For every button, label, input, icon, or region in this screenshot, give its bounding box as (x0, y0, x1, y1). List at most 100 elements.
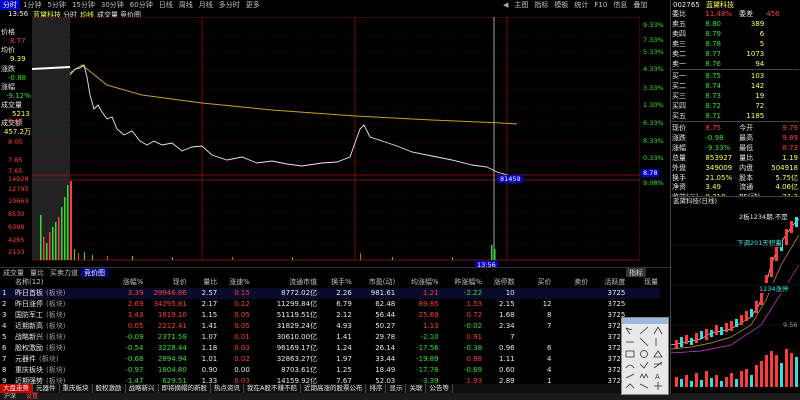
bottom-shortcut-bar: 大盘走势 元器件 重庆板块 股权激励 战略新兴 即将摘帽的新股 热点资讯 我在A股不赚不赔 近期… (0, 384, 670, 393)
col-turnover[interactable]: 换手% (319, 277, 354, 288)
row-index: 2 (2, 300, 7, 308)
col-curvol[interactable]: 现量 (627, 277, 660, 288)
table-cell: 1.11 (499, 355, 515, 363)
shortcut-item[interactable]: 大盘走势 (0, 384, 33, 393)
table-cell: 7 (510, 333, 515, 341)
buy-level[interactable]: 买四 8.72 72 (671, 102, 799, 112)
row-index: 3 (2, 311, 7, 319)
sector-name: 昨日涨停 (15, 300, 44, 308)
col-speed[interactable]: 涨速% (219, 277, 252, 288)
table-cell: 1.07 (201, 333, 218, 341)
table-row[interactable]: 8 重庆板块 (板块) -0.97 1804.80 0.90 0.00 8703.61亿 1.2… (0, 365, 660, 376)
col-ask[interactable]: 卖价 (554, 277, 591, 288)
col-avgpct[interactable]: 均涨幅% (397, 277, 440, 288)
col-price[interactable]: 现价 (145, 277, 188, 288)
current-price-tag: 8.78 (641, 169, 660, 177)
table-cell: 8703.61亿 (281, 366, 318, 374)
table-cell (554, 332, 591, 343)
table-cell: 0.05 (234, 322, 250, 330)
info-value: 9.89 (782, 133, 798, 142)
shortcut-item[interactable]: 近期高涨的股票公布 (301, 384, 367, 393)
level-label: 卖三 (672, 39, 686, 48)
table-row[interactable]: 5 战略新兴 (板块) -0.09 2371.59 1.07 0.01 30610.00亿 1.… (0, 332, 660, 343)
shortcut-item[interactable]: 战略新兴 (126, 384, 159, 393)
status-settings[interactable]: 设置 (22, 393, 42, 400)
sector-name: 近期新高 (15, 322, 44, 330)
sell-level[interactable]: 卖一 8.76 94 (671, 60, 799, 70)
palette-tools[interactable]: A (622, 324, 668, 394)
buy-level[interactable]: 买二 8.74 142 (671, 82, 799, 92)
shortcut-item[interactable]: 我在A股不赚不赔 (244, 384, 301, 393)
drawing-tools-palette[interactable]: A (621, 317, 669, 395)
spacer (765, 102, 799, 112)
col-pct[interactable]: 涨幅% (106, 277, 145, 288)
table-row[interactable]: 2 昨日涨停 (板块) 2.69 34295.81 2.17 0.12 11299.84亿 6.… (0, 299, 660, 310)
table-cell: 3725 (607, 300, 626, 308)
table-cell: 26.14 (375, 344, 396, 352)
table-cell: 32863.27亿 (276, 355, 318, 363)
sell-level[interactable]: 卖四 8.79 6 (671, 30, 799, 40)
sector-tag: (板块) (46, 333, 66, 341)
shortcut-item[interactable]: 元器件 (33, 384, 60, 393)
shortcut-item[interactable]: 公告等 (426, 384, 453, 393)
table-cell: 2.12 (336, 311, 352, 319)
table-cell: -0.38 (463, 344, 483, 352)
table-row[interactable]: 1 昨日首板 (板块) 3.39 29946.86 2.57 0.15 8772.02亿 2.2… (0, 288, 660, 299)
col-bid[interactable]: 买价 (517, 277, 554, 288)
buy-level[interactable]: 买五 8.71 1185 (671, 112, 799, 122)
info-label: 最低 (739, 143, 754, 152)
table-cell: 8772.02亿 (281, 289, 318, 297)
shortcut-item[interactable]: 排序 (366, 384, 387, 393)
info-value: 3.49 (705, 183, 721, 192)
info-label: 股本 (739, 173, 754, 182)
table-row[interactable]: 4 近期新高 (板块) 0.05 2212.41 1.41 0.05 31829.24亿 4.9… (0, 321, 660, 332)
level-volume: 19 (755, 91, 765, 100)
col-volratio[interactable]: 量比 (189, 277, 219, 288)
quote-header: 002765 蓝黛科技 (671, 0, 800, 10)
spacer (765, 92, 799, 102)
table-row[interactable]: 6 股权激励 (板块) -0.54 3228.44 1.18 0.03 96169.17亿 1.… (0, 343, 660, 354)
axis-label: 1.30% (643, 101, 664, 109)
table-row[interactable]: 3 国防军工 (板块) 1.43 1819.10 1.15 0.05 51119.51亿 2.1… (0, 310, 660, 321)
table-cell: 0.02 (234, 355, 250, 363)
level-volume: 6 (759, 29, 765, 38)
table-row[interactable]: 7 元器件 (板块) -0.68 2894.94 1.01 0.02 32863.27亿 1.9… (0, 354, 660, 365)
order-book: 委比 11.48% 委差 456 卖五 8.80 389 卖四 8.79 6 卖三 8.78 5 卖二 8.… (671, 10, 799, 203)
level-label: 买二 (672, 81, 686, 90)
kline-chart[interactable] (670, 205, 800, 393)
shortcut-item[interactable]: 关联 (406, 384, 427, 393)
sell-level[interactable]: 卖三 8.78 5 (671, 40, 799, 50)
level-volume: 72 (755, 101, 765, 110)
shortcut-item[interactable]: 热点资讯 (211, 384, 244, 393)
spacer (765, 40, 799, 50)
shortcut-item[interactable]: 股权激励 (93, 384, 126, 393)
sell-level[interactable]: 卖五 8.80 389 (671, 20, 799, 30)
table-cell: 89.85 (418, 300, 439, 308)
col-prevpct[interactable]: 昨涨幅% (441, 277, 484, 288)
level-label: 买四 (672, 101, 686, 110)
info-value: 853927 (705, 153, 733, 162)
table-cell: 1804.80 (157, 366, 187, 374)
level-price: 8.74 (705, 81, 721, 90)
col-name[interactable]: 名称(12) (13, 277, 106, 288)
table-cell: -2.10 (420, 333, 439, 341)
table-cell: 1.41 (336, 333, 352, 341)
level-volume: 389 (750, 19, 765, 28)
buy-level[interactable]: 买一 8.75 103 (671, 72, 799, 82)
col-pe[interactable]: 市盈(动) (354, 277, 397, 288)
sell-level[interactable]: 卖二 8.77 1073 (671, 50, 799, 60)
shortcut-item[interactable]: 即将摘帽的新股 (159, 384, 211, 393)
table-cell: -17.56 (416, 344, 439, 352)
vol-axis-label: 2133 (8, 248, 25, 256)
col-mktcap[interactable]: 流通市值 (252, 277, 319, 288)
buy-level[interactable]: 买三 8.73 19 (671, 92, 799, 102)
col-limitup[interactable]: 涨停数 (484, 277, 517, 288)
table-cell: 2.34 (499, 322, 515, 330)
info-label: 最高 (739, 133, 754, 142)
shortcut-item[interactable]: 显示 (386, 384, 407, 393)
table-cell: 3228.44 (157, 344, 187, 352)
cursor-volume-tag: 81459 (498, 175, 523, 183)
shortcut-item[interactable]: 重庆板块 (60, 384, 93, 393)
status-market[interactable]: 沪深 (0, 393, 20, 400)
col-activity[interactable]: 活跃度 (590, 277, 627, 288)
